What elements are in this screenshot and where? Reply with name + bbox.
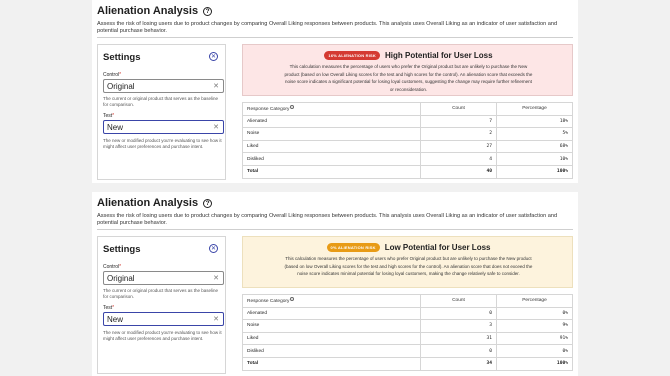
column-header: Response Category [242, 102, 421, 116]
table-row: Liked 31 91% [242, 331, 573, 346]
info-icon[interactable] [290, 297, 295, 302]
control-input[interactable]: Original ✕ [103, 79, 224, 93]
help-icon[interactable]: ? [203, 6, 213, 16]
help-icon[interactable]: ? [203, 198, 213, 208]
table-row: Noise 2 5% [242, 127, 573, 141]
clear-icon[interactable]: ✕ [213, 82, 219, 90]
settings-panel: Settings ✕ Control* Original ✕ The curren… [97, 236, 226, 374]
column-header: Response Category [242, 294, 421, 308]
risk-explanation: This calculation measures the percentage… [284, 64, 533, 92]
test-input[interactable]: New ✕ [103, 120, 224, 134]
response-table: Response Category Count Percentage Alien… [242, 294, 573, 371]
table-row: Alienated 0 0% [242, 306, 573, 321]
table-row: Disliked 0 0% [242, 344, 573, 358]
panel-title: Alienation Analysis [97, 5, 199, 17]
settings-title: Settings [103, 52, 141, 63]
test-label: Test* [103, 113, 115, 119]
close-settings-icon[interactable]: ✕ [209, 52, 218, 61]
clear-icon[interactable]: ✕ [213, 274, 219, 282]
panel-description: Assess the risk of losing users due to p… [97, 21, 558, 34]
close-settings-icon[interactable]: ✕ [209, 244, 218, 253]
control-label: Control* [103, 264, 122, 270]
column-header: Percentage [496, 102, 573, 116]
alienation-panel-low: Alienation Analysis? Assess the risk of … [92, 192, 578, 376]
test-label: Test* [103, 305, 115, 311]
divider [97, 37, 573, 38]
risk-banner: 0% ALIENATION RISK Low Potential for Use… [242, 236, 573, 288]
alienation-panel-high: Alienation Analysis? Assess the risk of … [92, 0, 578, 183]
column-header: Percentage [496, 294, 573, 308]
column-header: Count [420, 294, 497, 308]
panel-header: Alienation Analysis? Assess the risk of … [97, 196, 573, 227]
divider [97, 229, 573, 230]
control-input[interactable]: Original ✕ [103, 271, 224, 285]
table-row: Liked 27 68% [242, 139, 573, 154]
clear-icon[interactable]: ✕ [213, 123, 219, 131]
column-header: Count [420, 102, 497, 116]
info-icon[interactable] [290, 105, 295, 110]
table-row: Disliked 4 10% [242, 152, 573, 166]
test-hint: The new or modified product you're evalu… [103, 138, 222, 149]
control-hint: The current or original product that ser… [103, 96, 219, 107]
response-table: Response Category Count Percentage Alien… [242, 102, 573, 179]
settings-panel: Settings ✕ Control* Original ✕ The curren… [97, 44, 226, 180]
risk-banner: 16% ALIENATION RISK High Potential for U… [242, 44, 573, 96]
test-input[interactable]: New ✕ [103, 312, 224, 326]
table-total-row: Total 34 100% [242, 356, 573, 371]
settings-title: Settings [103, 244, 141, 255]
table-row: Alienated 7 18% [242, 114, 573, 129]
risk-badge: 0% ALIENATION RISK [326, 243, 380, 252]
clear-icon[interactable]: ✕ [213, 315, 219, 323]
table-row: Noise 3 9% [242, 319, 573, 333]
test-hint: The new or modified product you're evalu… [103, 330, 222, 341]
control-label: Control* [103, 72, 122, 78]
table-total-row: Total 40 100% [242, 164, 573, 179]
panel-header: Alienation Analysis? Assess the risk of … [97, 4, 573, 35]
control-hint: The current or original product that ser… [103, 288, 219, 299]
risk-headline: High Potential for User Loss [385, 51, 493, 60]
panel-description: Assess the risk of losing users due to p… [97, 213, 558, 226]
risk-explanation: This calculation measures the percentage… [284, 256, 533, 276]
risk-badge: 16% ALIENATION RISK [324, 51, 380, 60]
risk-headline: Low Potential for User Loss [384, 243, 491, 252]
panel-title: Alienation Analysis [97, 197, 199, 209]
